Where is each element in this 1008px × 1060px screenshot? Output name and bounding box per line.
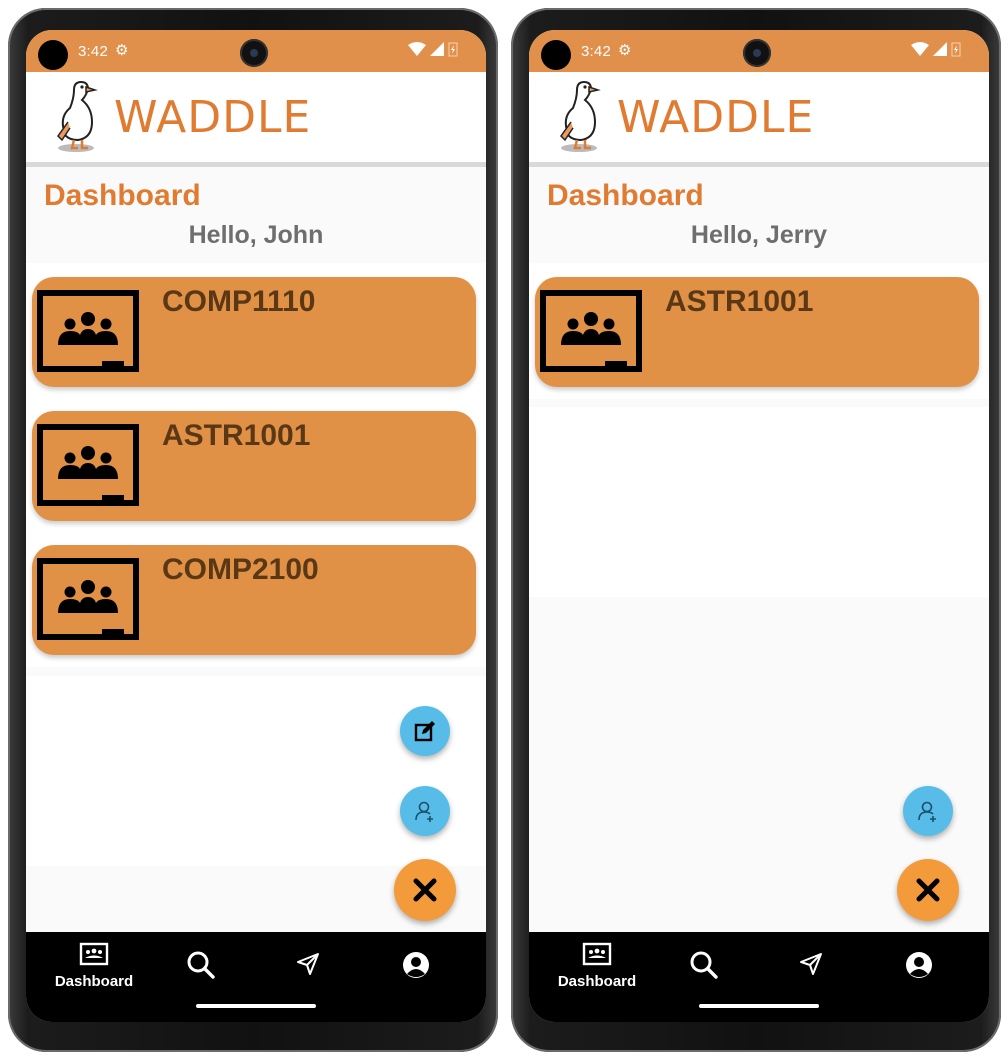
phone-frame-right: 3:42 ⚙ WADDLE Dashboard Hello, Jerry AST… — [511, 8, 1001, 1052]
nav-item-messages[interactable] — [258, 952, 358, 981]
page-title: Dashboard — [547, 179, 704, 212]
settings-gear-icon: ⚙ — [618, 42, 632, 59]
greeting-text: Hello, John — [188, 221, 324, 249]
course-title: COMP2100 — [162, 553, 319, 586]
add-user-icon — [415, 801, 433, 822]
battery-charging-icon — [951, 42, 961, 57]
close-fab-button[interactable] — [394, 859, 456, 921]
signal-icon — [430, 42, 444, 56]
app-brand-title: WADDLE — [114, 92, 312, 143]
course-card-comp1110[interactable]: COMP1110 — [32, 277, 476, 387]
nav-label-dashboard: Dashboard — [54, 973, 134, 990]
course-title: COMP1110 — [162, 285, 316, 318]
bottom-navigation: Dashboard — [26, 932, 486, 1022]
dashboard-header: Dashboard Hello, John — [26, 167, 486, 263]
system-icons — [911, 41, 961, 57]
app-header: WADDLE — [529, 72, 989, 167]
close-icon — [916, 878, 940, 902]
nav-item-messages[interactable] — [761, 952, 861, 981]
nav-item-search[interactable] — [654, 950, 754, 985]
goose-logo-icon — [57, 80, 98, 152]
edit-icon — [414, 721, 435, 742]
classroom-icon — [37, 424, 139, 506]
empty-area — [26, 676, 486, 866]
status-bar: 3:42 ⚙ — [529, 30, 989, 72]
status-time: 3:42 — [78, 43, 108, 60]
status-bar: 3:42 ⚙ — [26, 30, 486, 72]
send-icon — [297, 953, 319, 975]
add-user-icon — [918, 801, 936, 822]
nav-item-search[interactable] — [151, 950, 251, 985]
course-card-astr1001[interactable]: ASTR1001 — [32, 411, 476, 521]
classroom-icon — [37, 558, 139, 640]
phone-frame-left: 3:42 ⚙ WADDLE Dashboard Hello, John COMP… — [8, 8, 498, 1052]
course-list: COMP1110 ASTR1001 COMP2100 — [26, 263, 486, 667]
search-icon — [187, 951, 215, 979]
close-fab-button[interactable] — [897, 859, 959, 921]
wifi-icon — [408, 42, 426, 56]
home-indicator[interactable] — [699, 1004, 819, 1008]
edit-fab-button[interactable] — [400, 706, 450, 756]
nav-item-profile[interactable] — [366, 950, 466, 985]
nav-item-dashboard[interactable]: Dashboard — [44, 942, 144, 990]
classroom-icon — [540, 290, 642, 372]
system-icons — [408, 41, 458, 57]
battery-charging-icon — [448, 42, 458, 57]
settings-gear-icon: ⚙ — [115, 42, 129, 59]
front-camera — [743, 39, 771, 67]
front-camera — [240, 39, 268, 67]
nav-item-dashboard[interactable]: Dashboard — [547, 942, 647, 990]
app-header: WADDLE — [26, 72, 486, 167]
status-time: 3:42 — [581, 43, 611, 60]
app-brand-title: WADDLE — [617, 92, 815, 143]
page-title: Dashboard — [44, 179, 201, 212]
empty-area — [529, 407, 989, 597]
bottom-navigation: Dashboard — [529, 932, 989, 1022]
course-title: ASTR1001 — [665, 285, 814, 318]
screen-jerry: 3:42 ⚙ WADDLE Dashboard Hello, Jerry AST… — [529, 30, 989, 1022]
screen-john: 3:42 ⚙ WADDLE Dashboard Hello, John COMP… — [26, 30, 486, 1022]
add-member-fab-button[interactable] — [903, 786, 953, 836]
goose-logo-icon — [560, 80, 601, 152]
nav-label-dashboard: Dashboard — [557, 973, 637, 990]
signal-icon — [933, 42, 947, 56]
add-member-fab-button[interactable] — [400, 786, 450, 836]
status-dot — [38, 40, 68, 70]
dashboard-icon — [79, 942, 109, 966]
profile-icon — [403, 952, 429, 978]
nav-item-profile[interactable] — [869, 950, 969, 985]
dashboard-header: Dashboard Hello, Jerry — [529, 167, 989, 263]
greeting-text: Hello, Jerry — [690, 221, 828, 249]
course-list: ASTR1001 — [529, 263, 989, 399]
course-card-comp2100[interactable]: COMP2100 — [32, 545, 476, 655]
course-title: ASTR1001 — [162, 419, 311, 452]
course-card-astr1001[interactable]: ASTR1001 — [535, 277, 979, 387]
search-icon — [690, 951, 718, 979]
wifi-icon — [911, 42, 929, 56]
status-dot — [541, 40, 571, 70]
close-icon — [413, 878, 437, 902]
dashboard-icon — [582, 942, 612, 966]
classroom-icon — [37, 290, 139, 372]
profile-icon — [906, 952, 932, 978]
home-indicator[interactable] — [196, 1004, 316, 1008]
send-icon — [800, 953, 822, 975]
